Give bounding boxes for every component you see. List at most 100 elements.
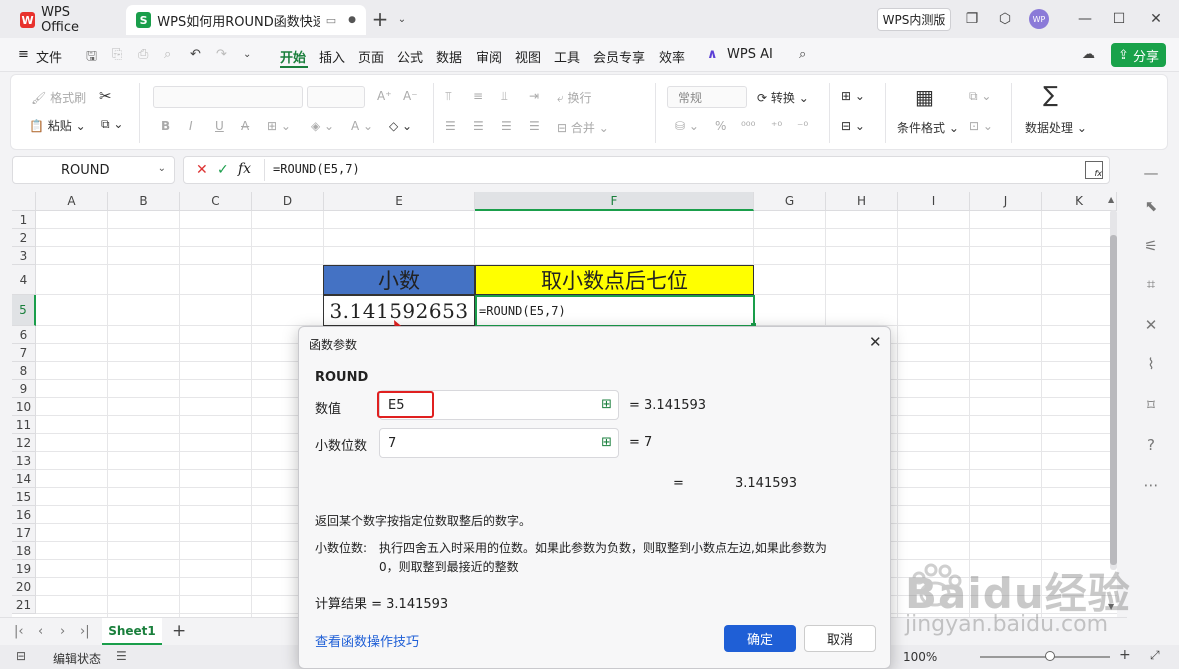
row-header[interactable]: 1 bbox=[12, 211, 36, 229]
chevron-down-icon[interactable]: ⌄ bbox=[392, 9, 412, 29]
grow-font-icon[interactable]: A⁺ bbox=[377, 89, 392, 103]
sigma-icon[interactable]: ∑ bbox=[1043, 83, 1058, 108]
column-header-selected[interactable]: F bbox=[475, 192, 754, 211]
menu-insert[interactable]: 插入 bbox=[319, 47, 345, 66]
thousands-icon[interactable]: ⁰⁰⁰ bbox=[741, 119, 755, 133]
formula-input[interactable]: =ROUND(E5,7) bbox=[273, 162, 360, 176]
cell-f4[interactable]: 取小数点后七位 bbox=[475, 265, 754, 295]
last-sheet-icon[interactable]: ›| bbox=[80, 624, 90, 639]
more-chevron-icon[interactable]: ⌄ bbox=[243, 49, 251, 60]
select-cursor-icon[interactable]: ⬉ bbox=[1141, 197, 1161, 217]
column-header[interactable]: J bbox=[970, 192, 1042, 211]
maximize-icon[interactable]: ☐ bbox=[1109, 9, 1129, 29]
column-header[interactable]: D bbox=[252, 192, 324, 211]
range-select-icon[interactable]: ⊞ bbox=[601, 435, 612, 450]
font-family-select[interactable] bbox=[153, 86, 303, 108]
underline-icon[interactable]: U bbox=[215, 119, 224, 133]
menu-member[interactable]: 会员专享 bbox=[593, 47, 645, 66]
crop-icon[interactable]: ⌗ bbox=[1141, 275, 1161, 295]
currency-icon[interactable]: ⛁ ⌄ bbox=[675, 119, 699, 133]
avatar[interactable]: WP bbox=[1029, 9, 1049, 29]
cube-icon[interactable]: ⬡ bbox=[995, 9, 1015, 29]
first-sheet-icon[interactable]: |‹ bbox=[14, 624, 24, 639]
row-header[interactable]: 10 bbox=[12, 398, 36, 416]
print-preview-icon[interactable]: ⌕ bbox=[164, 47, 171, 62]
redo-icon[interactable]: ↷ bbox=[216, 47, 227, 62]
fill-color-icon[interactable]: ◈ ⌄ bbox=[311, 119, 334, 133]
row-column-icon[interactable]: ⊞ ⌄ bbox=[841, 89, 865, 103]
justify-icon[interactable]: ☰ bbox=[529, 119, 540, 133]
minimize-icon[interactable]: — bbox=[1075, 9, 1095, 29]
menu-tools[interactable]: 工具 bbox=[554, 47, 580, 66]
shrink-font-icon[interactable]: A⁻ bbox=[403, 89, 418, 103]
zoom-slider-thumb[interactable] bbox=[1045, 651, 1055, 661]
menu-data[interactable]: 数据 bbox=[436, 47, 462, 66]
wrap-text-button[interactable]: ⤶ 换行 bbox=[557, 89, 592, 106]
tools-icon[interactable]: ✕ bbox=[1141, 316, 1161, 336]
indent-icon[interactable]: ⇥ bbox=[529, 89, 539, 103]
cut-icon[interactable]: ✂ bbox=[99, 87, 112, 105]
conditional-format-icon[interactable]: ▦ bbox=[915, 85, 934, 109]
copy-icon[interactable]: ⧉ ⌄ bbox=[101, 117, 123, 132]
menu-view[interactable]: 视图 bbox=[515, 47, 541, 66]
conditional-format-button[interactable]: 条件格式 ⌄ bbox=[897, 119, 959, 136]
row-header[interactable]: 7 bbox=[12, 344, 36, 362]
row-header[interactable]: 19 bbox=[12, 560, 36, 578]
paste-button[interactable]: 📋 粘贴 ⌄ bbox=[29, 117, 86, 134]
italic-icon[interactable]: I bbox=[189, 119, 193, 133]
border-icon[interactable]: ⊞ ⌄ bbox=[267, 119, 291, 133]
cell-f5-editing[interactable]: =ROUND(E5,7) bbox=[475, 295, 755, 327]
window-restore-icon[interactable]: ❐ bbox=[962, 9, 982, 29]
close-window-icon[interactable]: ✕ bbox=[1146, 9, 1166, 29]
menu-page[interactable]: 页面 bbox=[358, 47, 384, 66]
more-icon[interactable]: ⋯ bbox=[1141, 476, 1161, 496]
add-sheet-icon[interactable]: + bbox=[172, 621, 186, 641]
row-header[interactable]: 21 bbox=[12, 596, 36, 614]
scroll-up-icon[interactable]: ▲ bbox=[1108, 195, 1114, 204]
expand-formula-icon[interactable]: fx bbox=[1085, 161, 1103, 179]
bookmark-icon[interactable]: ⌑ bbox=[1141, 396, 1161, 416]
menu-efficiency[interactable]: 效率 bbox=[659, 47, 685, 66]
table-style-icon[interactable]: ⊟ ⌄ bbox=[841, 119, 865, 133]
share-button[interactable]: ⇪ 分享 bbox=[1111, 43, 1166, 67]
row-header[interactable]: 2 bbox=[12, 229, 36, 247]
menu-review[interactable]: 审阅 bbox=[476, 47, 502, 66]
decimal-increase-icon[interactable]: ⁺⁰ bbox=[771, 119, 782, 133]
digits-arg-input[interactable]: 7 ⊞ bbox=[379, 428, 619, 458]
menu-start[interactable]: 开始 bbox=[280, 47, 306, 66]
strikethrough-icon[interactable]: A bbox=[241, 119, 249, 133]
confirm-formula-icon[interactable]: ✓ bbox=[217, 162, 229, 178]
row-header[interactable]: 13 bbox=[12, 452, 36, 470]
format-painter-button[interactable]: 🖌 格式刷 bbox=[31, 89, 86, 106]
macro-icon[interactable]: ⊟ bbox=[16, 649, 26, 663]
merge-button[interactable]: ⊟ 合并 ⌄ bbox=[557, 119, 609, 136]
decimal-decrease-icon[interactable]: ⁻⁰ bbox=[797, 119, 808, 133]
ok-button[interactable]: 确定 bbox=[724, 625, 796, 652]
beta-badge-button[interactable]: WPS内测版 bbox=[877, 8, 951, 31]
document-icon[interactable]: ☰ bbox=[116, 649, 127, 663]
menu-wps-ai[interactable]: WPS AI bbox=[727, 47, 773, 62]
help-link[interactable]: 查看函数操作技巧 bbox=[315, 631, 419, 650]
row-header[interactable]: 3 bbox=[12, 247, 36, 265]
zoom-level[interactable]: 100% bbox=[903, 650, 937, 664]
bold-icon[interactable]: B bbox=[161, 119, 170, 133]
row-header[interactable]: 6 bbox=[12, 326, 36, 344]
row-header[interactable]: 17 bbox=[12, 524, 36, 542]
save-icon[interactable]: 🖫 bbox=[86, 47, 97, 69]
data-processing-button[interactable]: 数据处理 ⌄ bbox=[1025, 119, 1087, 136]
cloud-upload-icon[interactable]: ☁ bbox=[1082, 47, 1095, 62]
fx-icon[interactable]: fx bbox=[238, 161, 251, 177]
column-header[interactable]: I bbox=[898, 192, 970, 211]
column-header[interactable]: H bbox=[826, 192, 898, 211]
column-header[interactable]: A bbox=[36, 192, 108, 211]
column-header[interactable]: B bbox=[108, 192, 180, 211]
undo-icon[interactable]: ↶ bbox=[190, 47, 201, 62]
row-header[interactable]: 11 bbox=[12, 416, 36, 434]
tab-wps-office[interactable]: W WPS Office bbox=[10, 5, 118, 35]
close-dialog-icon[interactable]: ✕ bbox=[869, 333, 882, 351]
row-header[interactable]: 4 bbox=[12, 265, 36, 295]
convert-button[interactable]: ⟳ 转换 ⌄ bbox=[757, 89, 809, 106]
align-bottom-icon[interactable]: ⫫ bbox=[501, 89, 508, 104]
chart-icon[interactable]: ⌇ bbox=[1141, 355, 1161, 375]
font-color-icon[interactable]: A ⌄ bbox=[351, 119, 373, 133]
